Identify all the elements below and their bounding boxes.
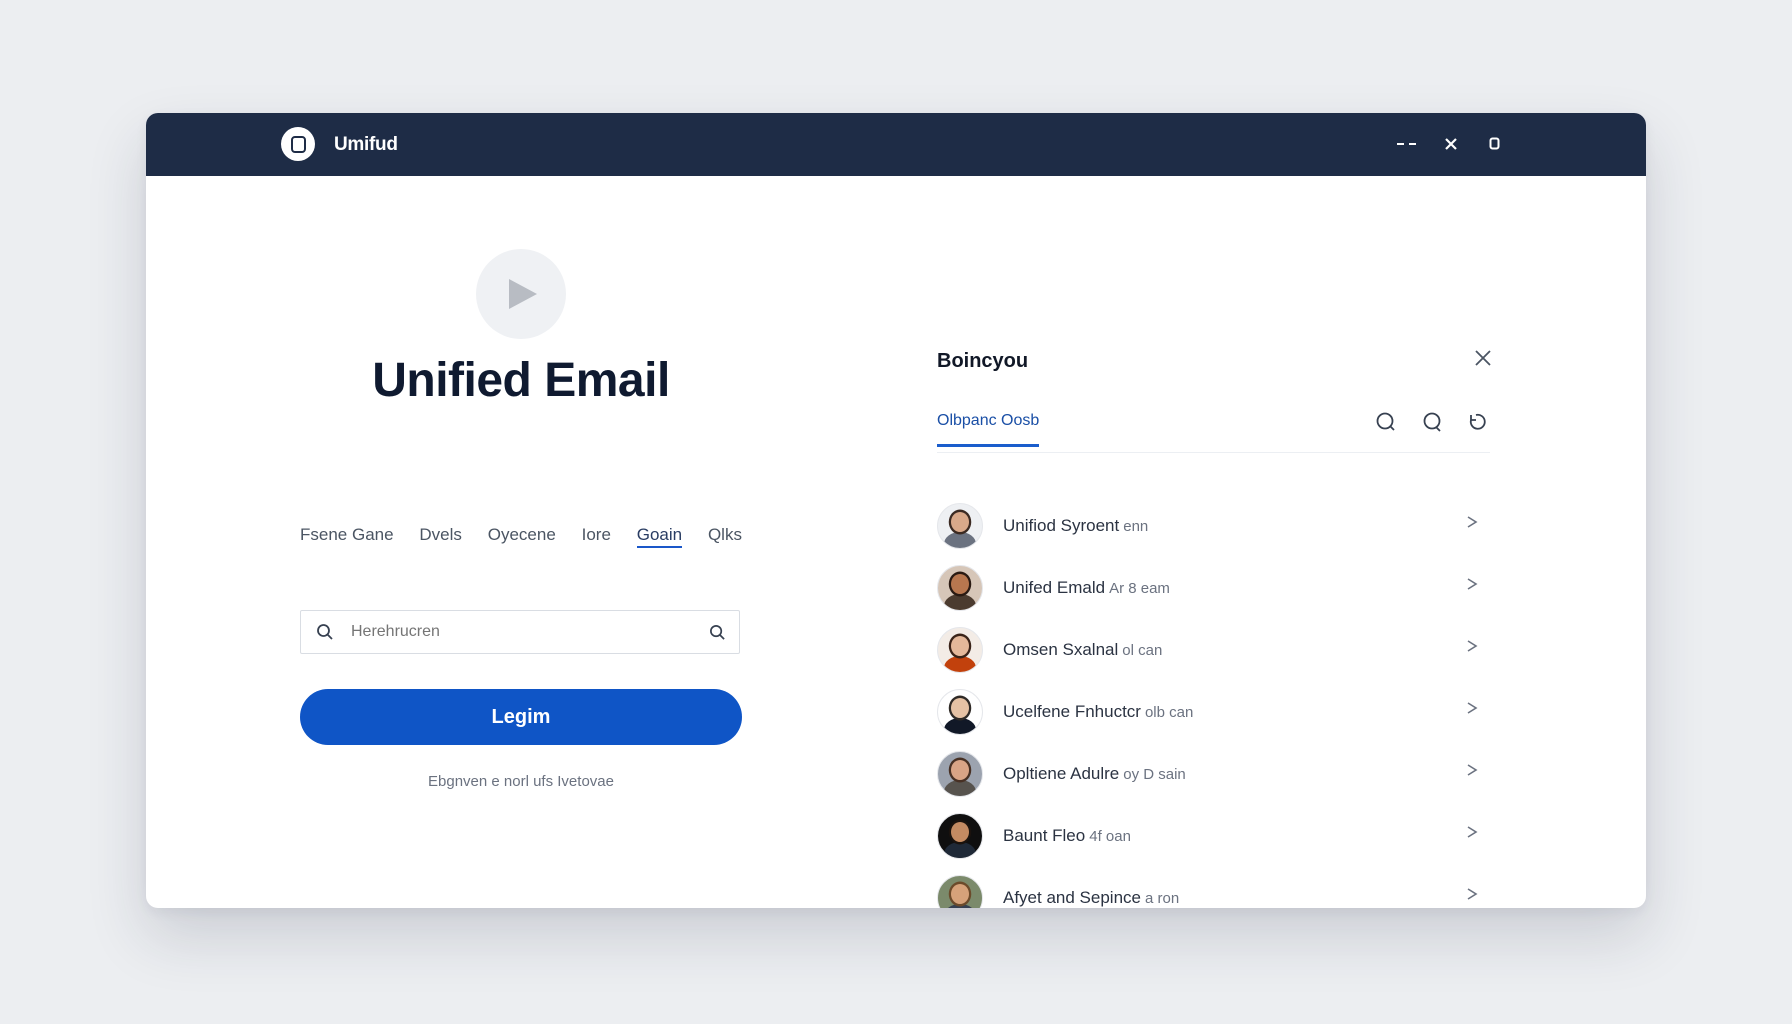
chevron-right-icon[interactable] (1464, 514, 1480, 535)
contact-name-text: Opltiene Adulre (1003, 764, 1120, 783)
play-icon[interactable] (476, 249, 566, 339)
chevron-right-icon[interactable] (1464, 762, 1480, 783)
contact-name-text: Unifed Emald (1003, 578, 1106, 597)
login-tab-6[interactable]: Qlks (708, 525, 742, 545)
login-tab-4[interactable]: Iore (582, 525, 611, 545)
chevron-right-icon[interactable] (1464, 824, 1480, 845)
app-window: Umifud Unified Email Fsene Gane Dvels Oy… (146, 113, 1646, 908)
avatar (937, 813, 983, 859)
login-tab-1[interactable]: Fsene Gane (300, 525, 394, 545)
app-logo-icon (281, 127, 315, 161)
contact-list: Unifiod Syroent enn Unifed Emald Ar 8 eam Om… (937, 495, 1490, 908)
avatar (937, 503, 983, 549)
contact-row[interactable]: Unifed Emald Ar 8 eam (937, 557, 1490, 619)
close-window-icon[interactable] (1440, 131, 1462, 157)
search-icon[interactable] (1374, 410, 1398, 434)
contacts-panel: Boincyou Olbpanc Oosb Unifiod Syroent enn… (937, 176, 1493, 908)
contact-row[interactable]: Afyet and Sepince a ron (937, 867, 1490, 908)
chat-icon[interactable] (1420, 410, 1444, 434)
contact-subtext: 4f oan (1089, 828, 1131, 845)
contact-name: Opltiene Adulre oy D sain (1003, 764, 1186, 784)
login-tabs: Fsene Gane Dvels Oyecene Iore Goain Qlks (300, 525, 742, 548)
contact-row[interactable]: Omsen Sxalnal ol can (937, 619, 1490, 681)
close-icon[interactable] (1473, 348, 1493, 373)
avatar (937, 751, 983, 797)
panel-title: Boincyou (937, 350, 1029, 372)
contact-row[interactable]: Unifiod Syroent enn (937, 495, 1490, 557)
avatar (937, 689, 983, 735)
contact-subtext: a ron (1144, 890, 1180, 907)
contact-subtext: Ar 8 eam (1109, 580, 1170, 597)
contact-name-text: Afyet and Sepince (1003, 888, 1141, 907)
chevron-right-icon[interactable] (1464, 576, 1480, 597)
login-tab-2[interactable]: Dvels (419, 525, 462, 545)
contact-name: Ucelfene Fnhuctcr olb can (1003, 702, 1193, 722)
contact-subtext: enn (1123, 518, 1149, 535)
contact-subtext: olb can (1144, 704, 1194, 721)
contact-subtext: oy D sain (1123, 766, 1186, 783)
app-title: Umifud (334, 134, 398, 155)
search-icon (301, 623, 349, 641)
contact-row[interactable]: Ucelfene Fnhuctcr olb can (937, 681, 1490, 743)
contact-name: Omsen Sxalnal ol can (1003, 640, 1162, 660)
login-hint-link[interactable]: Ebgnven e norl ufs Ivetovae (300, 773, 742, 790)
tab-active[interactable]: Olbpanc Oosb (937, 412, 1040, 447)
contact-name-text: Ucelfene Fnhuctcr (1003, 702, 1141, 721)
avatar (937, 875, 983, 908)
refresh-icon[interactable] (1466, 410, 1490, 434)
search-submit-icon[interactable] (695, 624, 739, 641)
contact-name-text: Baunt Fleo (1003, 826, 1086, 845)
chevron-right-icon[interactable] (1464, 886, 1480, 907)
brand-title: Unified Email (372, 354, 670, 407)
search-field[interactable] (300, 610, 740, 654)
minimize-icon[interactable] (1396, 131, 1418, 157)
search-input[interactable] (349, 622, 695, 642)
chevron-right-icon[interactable] (1464, 638, 1480, 659)
contact-name: Unifed Emald Ar 8 eam (1003, 578, 1170, 598)
contact-name-text: Unifiod Syroent (1003, 516, 1120, 535)
window-controls (1396, 131, 1506, 157)
contact-subtext: ol can (1122, 642, 1163, 659)
login-tab-5-label: Goain (636, 525, 683, 548)
contact-row[interactable]: Baunt Fleo 4f oan (937, 805, 1490, 867)
avatar (937, 565, 983, 611)
login-tab-5[interactable]: Goain (636, 525, 683, 548)
login-tab-3[interactable]: Oyecene (488, 525, 556, 545)
panel-tabs: Olbpanc Oosb (937, 396, 1490, 453)
chevron-right-icon[interactable] (1464, 700, 1480, 721)
login-button[interactable]: Legim (300, 689, 742, 745)
contact-name: Afyet and Sepince a ron (1003, 888, 1179, 908)
panel-toolbar (1374, 410, 1490, 434)
contact-name-text: Omsen Sxalnal (1003, 640, 1119, 659)
avatar (937, 627, 983, 673)
contact-name: Unifiod Syroent enn (1003, 516, 1148, 536)
contact-row[interactable]: Opltiene Adulre oy D sain (937, 743, 1490, 805)
title-bar: Umifud (146, 113, 1646, 176)
contact-name: Baunt Fleo 4f oan (1003, 826, 1131, 846)
maximize-icon[interactable] (1484, 131, 1506, 157)
